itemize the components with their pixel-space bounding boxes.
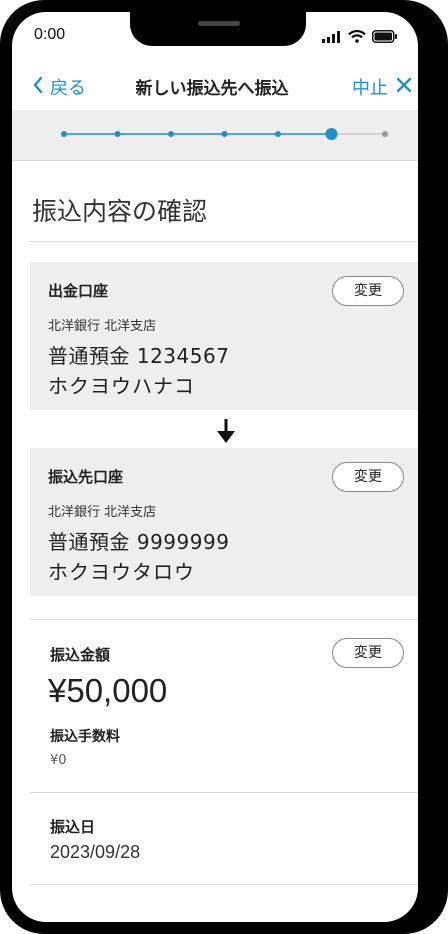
- title-divider: [30, 241, 418, 242]
- status-icons: [322, 28, 398, 47]
- status-time: 0:00: [34, 26, 66, 43]
- destination-account-card: 振込先口座 変更 北洋銀行 北洋支店 普通預金 9999999 ホクヨウタロウ: [30, 448, 418, 596]
- screen: 0:00 戻る 新しい振込先へ振込 中止 振込内容の確認 出金口座 変更 北洋銀…: [12, 12, 418, 922]
- destination-account-holder: ホクヨウタロウ: [48, 560, 195, 584]
- page-title: 振込内容の確認: [32, 197, 208, 226]
- nav-bar: 戻る 新しい振込先へ振込 中止: [12, 70, 418, 110]
- speaker: [198, 21, 240, 26]
- source-account-card: 出金口座 変更 北洋銀行 北洋支店 普通預金 1234567 ホクヨウハナコ: [30, 262, 418, 410]
- destination-account-label: 振込先口座: [48, 468, 124, 486]
- back-label: 戻る: [50, 78, 86, 99]
- source-account-holder: ホクヨウハナコ: [48, 374, 195, 398]
- back-button[interactable]: 戻る: [32, 74, 86, 100]
- change-source-button[interactable]: 変更: [332, 276, 404, 306]
- fee-label: 振込手数料: [50, 729, 120, 745]
- progress-step-complete: [275, 131, 281, 137]
- date-top-divider: [30, 792, 418, 793]
- cancel-button[interactable]: 中止: [352, 74, 412, 100]
- progress-step-complete: [61, 131, 67, 137]
- progress-step-complete: [168, 131, 174, 137]
- chevron-left-icon: [32, 76, 44, 99]
- date-bottom-divider: [30, 884, 418, 885]
- wifi-icon: [348, 28, 366, 47]
- amount-value: ¥50,000: [48, 672, 168, 709]
- source-bank-name: 北洋銀行 北洋支店: [48, 319, 157, 334]
- transfer-date-value: 2023/09/28: [50, 842, 141, 862]
- progress-step-complete: [114, 131, 121, 137]
- amount-label: 振込金額: [50, 646, 111, 664]
- battery-icon: [372, 28, 398, 47]
- change-destination-button[interactable]: 変更: [332, 462, 404, 492]
- page-header-title: 新しい振込先へ振込: [135, 79, 289, 99]
- destination-bank-name: 北洋銀行 北洋支店: [48, 505, 157, 520]
- progress-step-current: [325, 128, 338, 140]
- progress-stepper: [12, 110, 418, 161]
- progress-step-pending: [382, 131, 388, 137]
- progress-track: [61, 128, 388, 140]
- progress-step-complete: [221, 131, 228, 137]
- transfer-date-label: 振込日: [50, 818, 96, 836]
- arrow-down-icon: [216, 418, 236, 448]
- close-icon: [396, 77, 412, 98]
- fee-value: ¥0: [50, 753, 67, 768]
- notch: [130, 12, 306, 46]
- amount-top-divider: [30, 619, 418, 620]
- source-account-label: 出金口座: [48, 282, 109, 300]
- change-amount-button[interactable]: 変更: [332, 638, 404, 668]
- signal-icon: [322, 28, 342, 47]
- source-account-number: 普通預金 1234567: [48, 344, 230, 368]
- phone-frame: 0:00 戻る 新しい振込先へ振込 中止 振込内容の確認 出金口座 変更 北洋銀…: [0, 0, 448, 934]
- destination-account-number: 普通預金 9999999: [48, 530, 230, 554]
- cancel-label: 中止: [352, 78, 388, 99]
